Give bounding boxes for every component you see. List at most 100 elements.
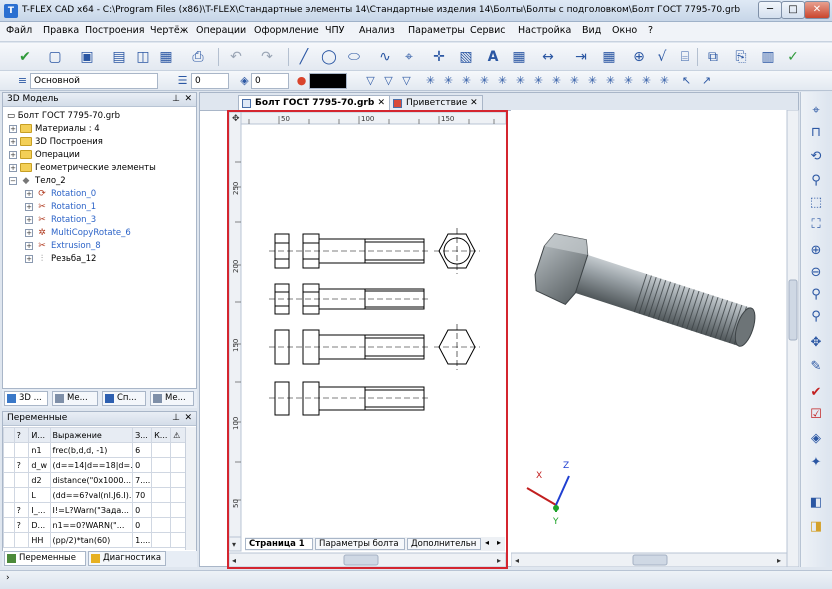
tab-diagnostics[interactable]: Диагностика xyxy=(88,551,166,566)
table-row[interactable]: ? I_... I!=L?Warn("Зада... 0 xyxy=(3,502,186,518)
expand-icon[interactable]: + xyxy=(25,228,33,237)
table-row[interactable]: L (dd==6?val(nl.J6.I)... 70 xyxy=(3,487,186,503)
library-icon[interactable]: ▥ xyxy=(757,46,779,68)
column-header[interactable]: К... xyxy=(151,427,172,443)
priority-select[interactable]: 0 xyxy=(251,73,289,89)
snap-j-icon[interactable]: ✳ xyxy=(584,72,601,89)
snap-n-icon[interactable]: ✳ xyxy=(656,72,673,89)
column-header[interactable]: Выражение xyxy=(49,427,134,443)
undo-icon[interactable]: ↶ xyxy=(225,46,247,68)
tree-item-operations[interactable]: + Операции xyxy=(9,149,80,161)
snap-k-icon[interactable]: ✳ xyxy=(602,72,619,89)
collapse-icon[interactable]: − xyxy=(9,176,17,185)
table-row[interactable]: ? d_w (d==14|d==18|d=... 0 xyxy=(3,457,186,473)
pointer-icon[interactable]: ↗ xyxy=(698,72,715,89)
menu-analysis[interactable]: Анализ xyxy=(359,25,395,36)
table-cell[interactable]: distance("0x1000... xyxy=(49,472,134,488)
scroll-right-icon[interactable]: ▸ xyxy=(497,538,501,547)
frame-icon[interactable]: ⌸ xyxy=(674,46,696,68)
node-icon[interactable]: ✛ xyxy=(428,46,450,68)
expand-icon[interactable]: + xyxy=(25,189,33,198)
zoom-fit-icon[interactable]: ⛶ xyxy=(805,214,827,234)
tab-measure[interactable]: Ме... xyxy=(150,391,194,406)
menu-edit[interactable]: Правка xyxy=(43,25,79,36)
tree-item-geometry[interactable]: + Геометрические элементы xyxy=(9,162,156,174)
zoom-window-icon[interactable]: ⬚ xyxy=(805,192,827,212)
table-cell[interactable]: frec(b,d,d, -1) xyxy=(49,442,134,458)
menu-drawing[interactable]: Чертёж xyxy=(150,25,188,36)
table-cell[interactable]: I!=L?Warn("Зада... xyxy=(49,502,134,518)
select-icon[interactable]: ⌖ xyxy=(805,100,827,120)
table-cell[interactable]: (d==14|d==18|d=... xyxy=(49,457,134,473)
tree-item-materials[interactable]: + Материалы : 4 xyxy=(9,123,100,135)
zoom-icon[interactable]: ⚲ xyxy=(805,170,827,190)
snap-c-icon[interactable]: ✳ xyxy=(458,72,475,89)
dimension-icon[interactable]: ↔ xyxy=(537,46,559,68)
view-3d[interactable]: X Z Y ◂ ▸ xyxy=(511,110,799,567)
close-tab-icon[interactable]: ✕ xyxy=(377,98,385,108)
column-header[interactable]: ? xyxy=(13,427,30,443)
window-icon[interactable]: ▤ xyxy=(108,46,130,68)
style-icon[interactable]: ✎ xyxy=(805,356,827,376)
zoom-in-icon[interactable]: ⊕ xyxy=(805,240,827,260)
table-icon[interactable]: ▦ xyxy=(508,46,530,68)
cursor-icon[interactable]: ↖ xyxy=(678,72,695,89)
line-icon[interactable]: ╱ xyxy=(293,46,315,68)
tab-menu[interactable]: Ме... xyxy=(52,391,98,406)
tree-item-body[interactable]: − ◆ Тело_2 xyxy=(9,175,66,187)
menu-view[interactable]: Вид xyxy=(582,25,601,36)
table-cell[interactable]: (pp/2)*tan(60) xyxy=(49,532,134,548)
magnet-icon[interactable]: ⊓ xyxy=(805,122,827,142)
tree-op-rotation-3[interactable]: + ✂ Rotation_3 xyxy=(25,214,96,226)
color-select[interactable] xyxy=(309,73,347,89)
zoom-prev-icon[interactable]: ⚲ xyxy=(805,284,827,304)
render-icon[interactable]: ◈ xyxy=(805,428,827,448)
column-header[interactable] xyxy=(3,427,15,443)
redo-icon[interactable]: ↷ xyxy=(256,46,278,68)
pan-icon[interactable]: ✥ xyxy=(805,332,827,352)
grid-icon[interactable]: ▦ xyxy=(598,46,620,68)
spline-icon[interactable]: ∿ xyxy=(374,46,396,68)
cube-icon[interactable]: ◧ xyxy=(805,492,827,512)
tab-page-1[interactable]: Страница 1 xyxy=(245,538,313,550)
copy-icon[interactable]: ⎘ xyxy=(730,46,752,68)
tree-op-rotation-0[interactable]: + ⟳ Rotation_0 xyxy=(25,188,96,200)
menu-service[interactable]: Сервис xyxy=(470,25,506,36)
roughness-icon[interactable]: √ xyxy=(651,46,673,68)
filter-b-icon[interactable]: ▽ xyxy=(380,72,397,89)
save-icon[interactable]: ▦ xyxy=(155,46,177,68)
tab-document[interactable]: Болт ГОСТ 7795-70.grb ✕ xyxy=(238,95,390,111)
scroll-left-icon[interactable]: ◂ xyxy=(485,538,489,547)
expand-icon[interactable]: + xyxy=(25,254,33,263)
table-row[interactable]: HH (pp/2)*tan(60) 1.... xyxy=(3,532,186,548)
pin-icon[interactable]: ⊥ xyxy=(172,93,180,106)
confirm-icon[interactable]: ✓ xyxy=(782,46,804,68)
menu-parameters[interactable]: Параметры xyxy=(408,25,465,36)
minimize-button[interactable]: ─ xyxy=(758,1,782,19)
menu-operations[interactable]: Операции xyxy=(196,25,246,36)
expand-icon[interactable]: + xyxy=(9,163,17,172)
zoom-all-icon[interactable]: ⚲ xyxy=(805,306,827,326)
variables-scrollbar[interactable] xyxy=(185,427,196,550)
align-icon[interactable]: ⇥ xyxy=(570,46,592,68)
snap-a-icon[interactable]: ✳ xyxy=(422,72,439,89)
menu-window[interactable]: Окно xyxy=(612,25,637,36)
tree-op-extrusion[interactable]: + ✂ Extrusion_8 xyxy=(25,240,101,252)
close-panel-icon[interactable]: ✕ xyxy=(184,93,192,106)
snap-i-icon[interactable]: ✳ xyxy=(566,72,583,89)
close-button[interactable]: ✕ xyxy=(804,1,830,19)
menu-cnc[interactable]: ЧПУ xyxy=(325,25,344,36)
column-header[interactable]: З... xyxy=(132,427,153,443)
layers-icon[interactable]: ◫ xyxy=(132,46,154,68)
snap-e-icon[interactable]: ✳ xyxy=(494,72,511,89)
print-icon[interactable]: ⎙ xyxy=(187,46,209,68)
expand-icon[interactable]: + xyxy=(25,241,33,250)
expand-icon[interactable]: + xyxy=(9,137,17,146)
tab-bolt-params[interactable]: Параметры болта xyxy=(315,538,405,550)
check-list-icon[interactable]: ☑ xyxy=(805,404,827,424)
model-3d-canvas[interactable]: X Z Y ◂ ▸ xyxy=(511,110,799,567)
hatch-icon[interactable]: ▧ xyxy=(455,46,477,68)
drawing-canvas[interactable]: ✥ 50 100 150 250 200 150 100 50 ◂ ▸ ▾ xyxy=(229,112,506,567)
table-cell[interactable]: n1==0?WARN("... xyxy=(49,517,134,533)
color-palette-icon[interactable]: ● xyxy=(293,72,310,89)
